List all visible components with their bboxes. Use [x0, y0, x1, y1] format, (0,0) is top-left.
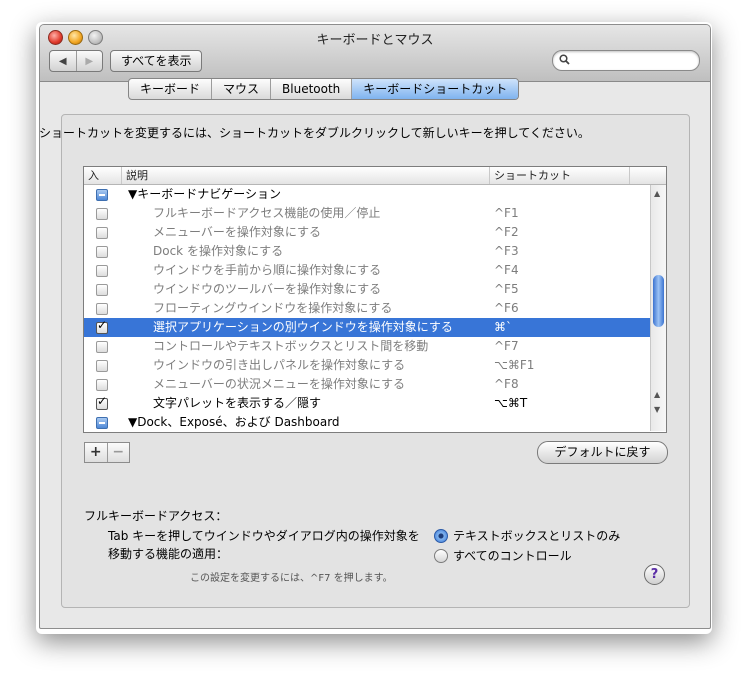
row-description: Dock を操作対象にする — [153, 244, 284, 258]
add-remove-control: + − — [84, 442, 130, 463]
table-row[interactable]: メニューバーの状況メニューを操作対象にする ^F8 — [84, 375, 650, 394]
enable-checkbox[interactable]: ✓ — [96, 394, 108, 410]
table-row[interactable]: Dock を操作対象にする ^F3 — [84, 242, 650, 261]
row-description: フローティングウインドウを操作対象にする — [153, 301, 393, 315]
enable-checkbox[interactable] — [96, 189, 108, 201]
table-row[interactable]: コントロールやテキストボックスとリスト間を移動 ^F7 — [84, 337, 650, 356]
window-title: キーボードとマウス — [316, 33, 434, 48]
row-description: メニューバーの状況メニューを操作対象にする — [153, 377, 406, 391]
help-button[interactable]: ? — [644, 564, 665, 585]
table-row[interactable]: ✓ 文字パレットを表示する／隠す ⌥⌘T — [84, 394, 650, 413]
radio-label: テキストボックスとリストのみ — [453, 529, 621, 543]
column-header-shortcut[interactable]: ショートカット — [490, 167, 630, 184]
row-description: ▼キーボードナビゲーション — [128, 187, 281, 201]
tab-bar: キーボード マウス Bluetooth キーボードショートカット — [128, 78, 520, 100]
enable-checkbox[interactable] — [96, 379, 108, 391]
enable-checkbox[interactable] — [96, 246, 108, 258]
table-body: ▼キーボードナビゲーション フルキーボードアクセス機能の使用／停止 ^F1 メニューバ… — [84, 185, 650, 432]
row-shortcut[interactable]: ⌘` — [494, 318, 512, 337]
search-input[interactable] — [575, 52, 697, 66]
search-field[interactable] — [552, 50, 700, 71]
enable-checkbox[interactable] — [96, 303, 108, 315]
shortcuts-table: 入 説明 ショートカット ▼キーボードナビゲーションフルキーボードアクセス機能の… — [83, 166, 667, 433]
vertical-scrollbar[interactable]: ▲ ▲ ▼ — [650, 185, 666, 431]
table-row[interactable]: フルキーボードアクセス機能の使用／停止 ^F1 — [84, 204, 650, 223]
column-header-enabled[interactable]: 入 — [84, 167, 122, 184]
checkmark-icon: ✓ — [97, 318, 108, 332]
tab-bluetooth[interactable]: Bluetooth — [271, 79, 353, 99]
scroll-up-lower-icon[interactable]: ▲ — [654, 390, 660, 399]
add-shortcut-button[interactable]: + — [85, 443, 107, 462]
scroll-up-icon[interactable]: ▲ — [654, 189, 660, 198]
row-shortcut[interactable]: ⌥⌘F1 — [494, 356, 534, 375]
tab-mouse[interactable]: マウス — [212, 79, 272, 99]
tab-keyboard-shortcuts[interactable]: キーボードショートカット — [352, 79, 519, 99]
mixed-state-icon — [99, 194, 105, 196]
full-keyboard-access-heading: フルキーボードアクセス： — [84, 509, 228, 523]
enable-checkbox[interactable] — [96, 284, 108, 296]
table-header: 入 説明 ショートカット — [84, 167, 666, 185]
table-row[interactable]: ウインドウのツールバーを操作対象にする ^F5 — [84, 280, 650, 299]
table-group-row[interactable]: ▼キーボードナビゲーション — [84, 185, 650, 204]
scroll-thumb[interactable] — [653, 275, 664, 327]
radio-label: すべてのコントロール — [453, 549, 572, 563]
restore-defaults-button[interactable]: デフォルトに戻す — [537, 441, 668, 464]
history-nav: ◀ ▶ — [49, 50, 103, 72]
enable-checkbox[interactable] — [96, 208, 108, 220]
enable-checkbox[interactable] — [96, 227, 108, 239]
back-arrow-icon: ◀ — [58, 55, 67, 67]
checkmark-icon: ✓ — [97, 394, 108, 408]
row-shortcut[interactable]: ^F5 — [494, 280, 519, 299]
row-description: ウインドウを手前から順に操作対象にする — [153, 263, 382, 277]
full-keyboard-access-description: Tab キーを押してウインドウやダイアログ内の操作対象を移動する機能の適用： — [108, 529, 420, 561]
row-description: 文字パレットを表示する／隠す — [153, 396, 322, 410]
forward-button[interactable]: ▶ — [75, 51, 103, 71]
enable-checkbox[interactable] — [96, 417, 108, 429]
row-shortcut[interactable]: ^F2 — [494, 223, 519, 242]
enable-checkbox[interactable] — [96, 341, 108, 353]
remove-shortcut-button[interactable]: − — [106, 443, 130, 462]
back-button[interactable]: ◀ — [50, 51, 76, 71]
table-row[interactable]: フローティングウインドウを操作対象にする ^F6 — [84, 299, 650, 318]
row-description: ウインドウの引き出しパネルを操作対象にする — [153, 358, 406, 372]
row-shortcut[interactable]: ^F1 — [494, 204, 519, 223]
table-row[interactable]: ✓ 選択アプリケーションの別ウインドウを操作対象にする ⌘` — [84, 318, 650, 337]
row-shortcut[interactable]: ^F8 — [494, 375, 519, 394]
tab-keyboard[interactable]: キーボード — [129, 79, 213, 99]
row-description: ウインドウのツールバーを操作対象にする — [153, 282, 382, 296]
row-shortcut[interactable]: ⌥⌘T — [494, 394, 527, 413]
row-shortcut[interactable]: ^F3 — [494, 242, 519, 261]
row-description: 選択アプリケーションの別ウインドウを操作対象にする — [153, 320, 453, 334]
scroll-down-icon[interactable]: ▼ — [654, 405, 660, 414]
row-shortcut[interactable]: ^F4 — [494, 261, 519, 280]
change-setting-hint: この設定を変更するには、^F7 を押します。 — [190, 573, 393, 584]
row-description: コントロールやテキストボックスとリスト間を移動 — [153, 339, 429, 353]
title-bar: キーボードとマウス ◀ ▶ すべてを表示 — [40, 25, 710, 82]
row-description: フルキーボードアクセス機能の使用／停止 — [153, 206, 381, 220]
column-header-description[interactable]: 説明 — [122, 167, 490, 184]
enable-checkbox[interactable]: ✓ — [96, 318, 108, 334]
show-all-button[interactable]: すべてを表示 — [110, 50, 203, 72]
radio-unselected-icon[interactable] — [434, 549, 448, 563]
row-description: メニューバーを操作対象にする — [153, 225, 322, 239]
mixed-state-icon — [99, 422, 105, 424]
table-row[interactable]: ウインドウの引き出しパネルを操作対象にする ⌥⌘F1 — [84, 356, 650, 375]
instruction-text: ショートカットを変更するには、ショートカットをダブルクリックして新しいキーを押し… — [39, 126, 590, 140]
search-icon — [559, 54, 570, 65]
row-shortcut[interactable]: ^F6 — [494, 299, 519, 318]
row-description: ▼Dock、Exposé、および Dashboard — [128, 415, 340, 429]
row-shortcut[interactable]: ^F7 — [494, 337, 519, 356]
enable-checkbox[interactable] — [96, 360, 108, 372]
radio-selected-icon[interactable] — [434, 529, 448, 543]
table-row[interactable]: メニューバーを操作対象にする ^F2 — [84, 223, 650, 242]
table-row[interactable]: ウインドウを手前から順に操作対象にする ^F4 — [84, 261, 650, 280]
table-group-row[interactable]: ▼Dock、Exposé、および Dashboard — [84, 413, 650, 432]
forward-arrow-icon: ▶ — [85, 55, 94, 67]
enable-checkbox[interactable] — [96, 265, 108, 277]
